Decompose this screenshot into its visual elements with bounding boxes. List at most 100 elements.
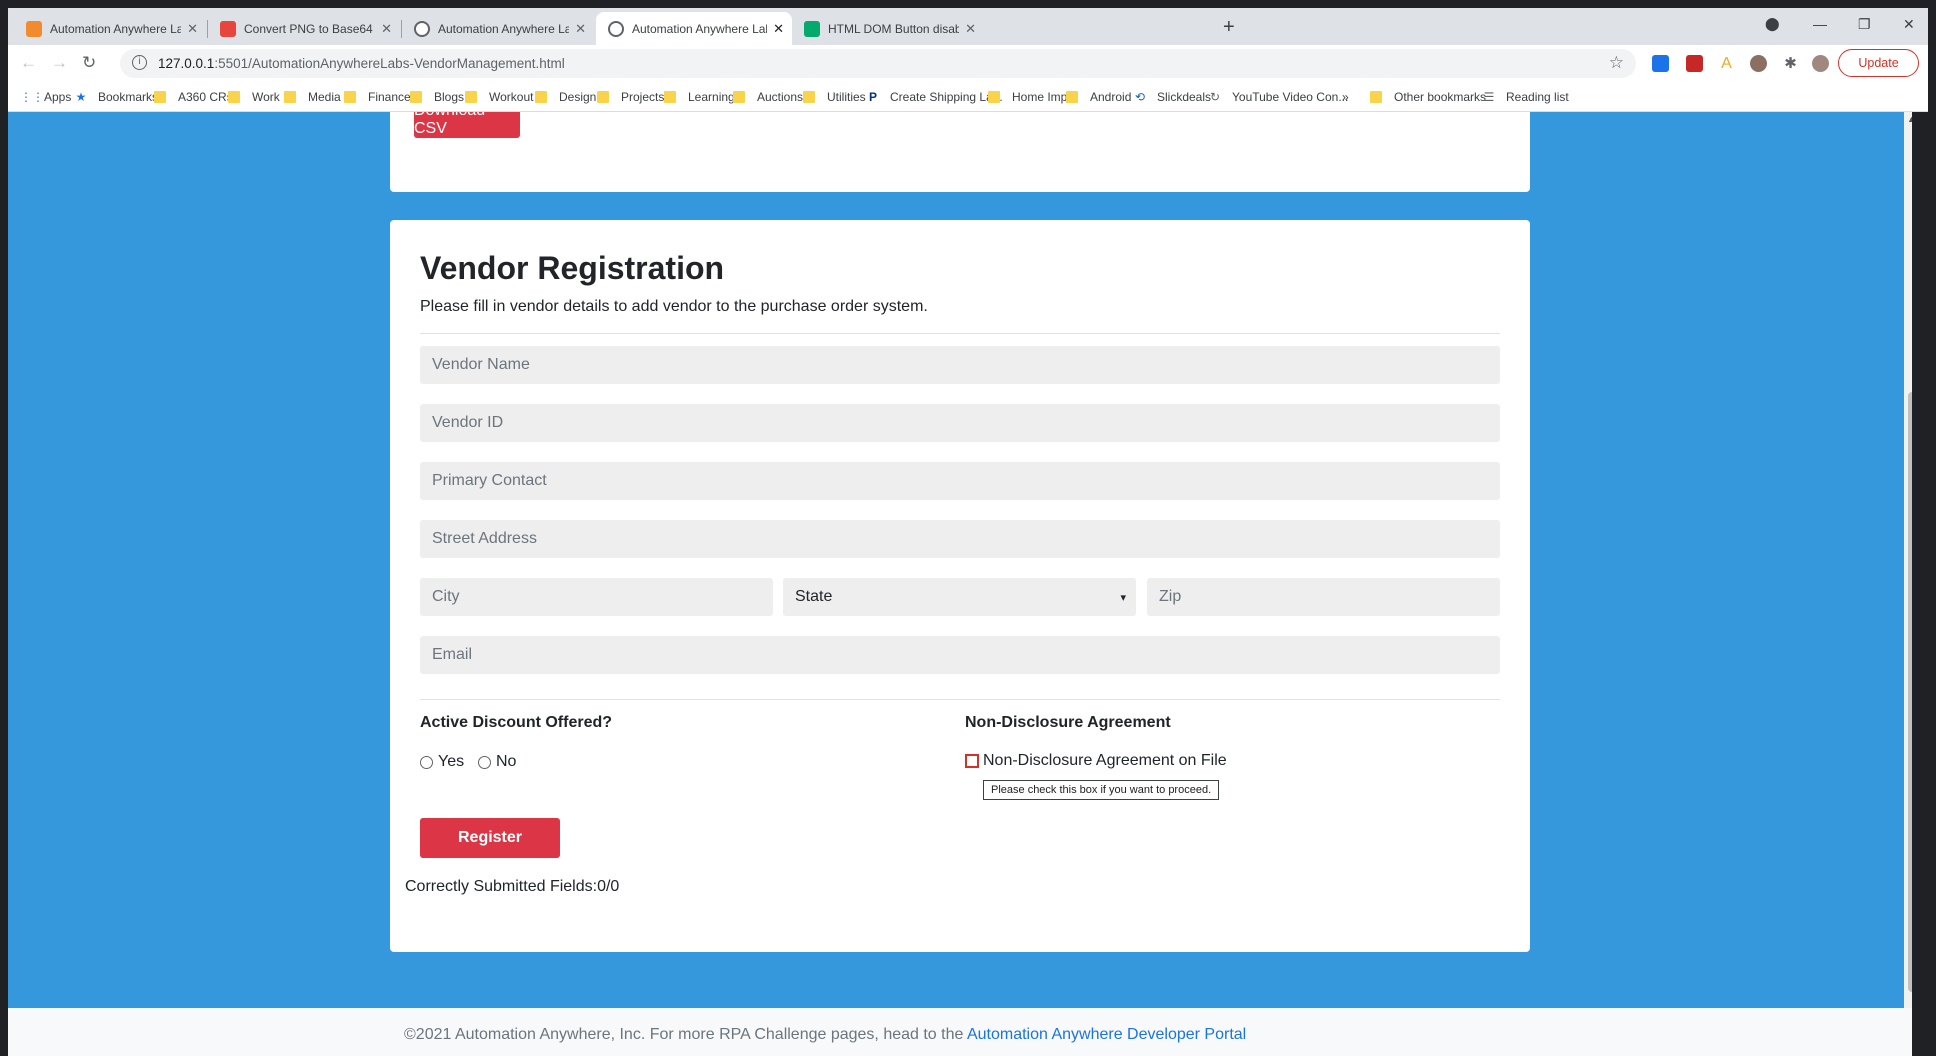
bookmark-paypal[interactable]: P Create Shipping La... <box>866 90 1003 104</box>
bookmark-apps[interactable]: ⋮⋮ Apps <box>20 90 71 104</box>
folder-icon <box>228 91 240 103</box>
new-tab-button[interactable]: + <box>1223 16 1235 39</box>
restore-icon[interactable]: ❐ <box>1858 16 1871 33</box>
folder-icon <box>597 91 609 103</box>
register-button[interactable]: Register <box>420 818 560 858</box>
url-text: 127.0.0.1:5501/AutomationAnywhereLabs-Ve… <box>158 56 565 71</box>
bookmark-bookmarks[interactable]: ★ Bookmarks <box>74 90 158 104</box>
street-address-input[interactable]: Street Address <box>420 520 1500 558</box>
bookmark-label: Home Imp <box>1012 90 1068 104</box>
extension-round-icon[interactable] <box>1750 55 1767 72</box>
bookmark-folder[interactable]: Learning <box>664 90 735 104</box>
close-icon[interactable]: ✕ <box>575 21 586 37</box>
bookmark-label: Design <box>559 90 597 104</box>
scroll-up-icon[interactable]: ▲ <box>1907 114 1912 124</box>
bookmark-folder[interactable]: Design <box>535 90 596 104</box>
state-select[interactable]: State ▾ <box>783 578 1136 616</box>
bookmark-folder[interactable]: Projects <box>597 90 664 104</box>
form-title: Vendor Registration <box>420 250 725 286</box>
reload-icon[interactable]: ↻ <box>82 53 96 73</box>
nda-checkbox[interactable]: Non-Disclosure Agreement on File <box>965 752 1227 770</box>
folder-icon <box>410 91 422 103</box>
tab-title: Automation Anywhere Labs - Ven <box>632 21 767 36</box>
bookmark-label: Media <box>308 90 341 104</box>
bookmark-label: Learning <box>688 90 735 104</box>
bookmark-star-icon[interactable]: ☆ <box>1609 53 1624 73</box>
radio-circle-icon[interactable] <box>478 755 491 769</box>
folder-icon <box>344 91 356 103</box>
tab-2[interactable]: Convert PNG to Base64 - Online ✕ <box>208 12 400 45</box>
ublock-icon[interactable] <box>1686 55 1703 72</box>
discount-yes-radio[interactable]: Yes <box>420 753 464 771</box>
bookmark-folder[interactable]: A360 CRs <box>154 90 233 104</box>
page-viewport: Download CSV Vendor Registration Please … <box>8 112 1912 1056</box>
scrollbar[interactable]: ▲ <box>1904 112 1912 1008</box>
bookmark-folder[interactable]: Blogs <box>410 90 464 104</box>
footer: ©2021 Automation Anywhere, Inc. For more… <box>8 1008 1912 1056</box>
minimize-icon[interactable]: — <box>1813 16 1827 32</box>
tab-3[interactable]: Automation Anywhere Labs - Sup ✕ <box>402 12 594 45</box>
bookmark-label: Auctions <box>757 90 804 104</box>
tab-search-icon[interactable]: ⬤ <box>1765 16 1780 32</box>
bookmarks-overflow[interactable]: » <box>1342 90 1349 104</box>
extension-a-icon[interactable]: A <box>1718 55 1735 72</box>
bookmark-folder[interactable]: Auctions <box>733 90 803 104</box>
primary-contact-input[interactable]: Primary Contact <box>420 462 1500 500</box>
bookmark-label: Utilities <box>827 90 866 104</box>
radio-circle-icon[interactable] <box>420 755 433 769</box>
bookmark-other[interactable]: Other bookmarks <box>1370 90 1486 104</box>
tab-4-active[interactable]: Automation Anywhere Labs - Ven ✕ <box>596 12 792 45</box>
vendor-name-input[interactable]: Vendor Name <box>420 346 1500 384</box>
address-bar[interactable]: i 127.0.0.1:5501/AutomationAnywhereLabs-… <box>120 49 1636 78</box>
vendor-id-input[interactable]: Vendor ID <box>420 404 1500 442</box>
close-window-icon[interactable]: ✕ <box>1903 16 1915 33</box>
city-input[interactable]: City <box>420 578 773 616</box>
reading-list-icon: ☰ <box>1483 90 1495 104</box>
bookmark-folder[interactable]: Media <box>284 90 341 104</box>
zip-input[interactable]: Zip <box>1147 578 1500 616</box>
avatar[interactable] <box>1812 55 1829 72</box>
aa-favicon-icon <box>26 20 42 37</box>
bookmark-folder[interactable]: Finance <box>344 90 411 104</box>
bookmark-folder[interactable]: Workout <box>465 90 533 104</box>
discount-label: Active Discount Offered? <box>420 714 613 731</box>
tab-5[interactable]: HTML DOM Button disabled Prop ✕ <box>792 12 984 45</box>
puzzle-icon[interactable]: ✱ <box>1782 55 1799 72</box>
bookmark-folder[interactable]: Work <box>228 90 280 104</box>
bookmark-label: Apps <box>44 90 72 104</box>
bookmark-label: Other bookmarks <box>1394 90 1487 104</box>
info-icon[interactable]: i <box>132 55 147 70</box>
bookmark-folder[interactable]: Android <box>1066 90 1131 104</box>
star-icon: ★ <box>75 90 87 104</box>
bookmark-label: Workout <box>489 90 534 104</box>
bookmark-folder[interactable]: Home Imp <box>988 90 1067 104</box>
email-input[interactable]: Email <box>420 636 1500 674</box>
checkbox-icon[interactable] <box>965 754 979 768</box>
forward-icon[interactable]: → <box>51 53 68 73</box>
scrollbar-thumb[interactable] <box>1908 392 1912 992</box>
extension-icon[interactable] <box>1652 55 1669 72</box>
close-icon[interactable]: ✕ <box>965 21 976 37</box>
discount-no-radio[interactable]: No <box>478 753 516 771</box>
tab-1[interactable]: Automation Anywhere Labs - Wo ✕ <box>14 12 206 45</box>
close-icon[interactable]: ✕ <box>381 21 392 37</box>
close-icon[interactable]: ✕ <box>187 21 198 37</box>
download-csv-button[interactable]: Download CSV <box>414 112 520 138</box>
folder-icon <box>803 91 815 103</box>
radio-label: Yes <box>438 753 465 770</box>
placeholder: Email <box>432 646 473 663</box>
developer-portal-link[interactable]: Automation Anywhere Developer Portal <box>967 1026 1246 1043</box>
bookmark-youtube[interactable]: ↻ YouTube Video Con... <box>1208 90 1348 104</box>
bookmark-folder[interactable]: Utilities <box>803 90 866 104</box>
w3schools-favicon-icon <box>804 20 820 37</box>
placeholder: Vendor Name <box>432 356 530 373</box>
bookmark-reading-list[interactable]: ☰ Reading list <box>1482 90 1569 104</box>
update-label: Update <box>1858 56 1899 70</box>
bookmark-slickdeals[interactable]: ⟲ Slickdeals <box>1133 90 1211 104</box>
back-icon[interactable]: ← <box>20 53 37 73</box>
tab-title: Convert PNG to Base64 - Online <box>244 21 375 36</box>
bookmark-label: Work <box>252 90 280 104</box>
bookmark-label: Create Shipping La... <box>890 90 1003 104</box>
update-button[interactable]: Update <box>1838 49 1919 77</box>
close-icon[interactable]: ✕ <box>773 21 784 37</box>
